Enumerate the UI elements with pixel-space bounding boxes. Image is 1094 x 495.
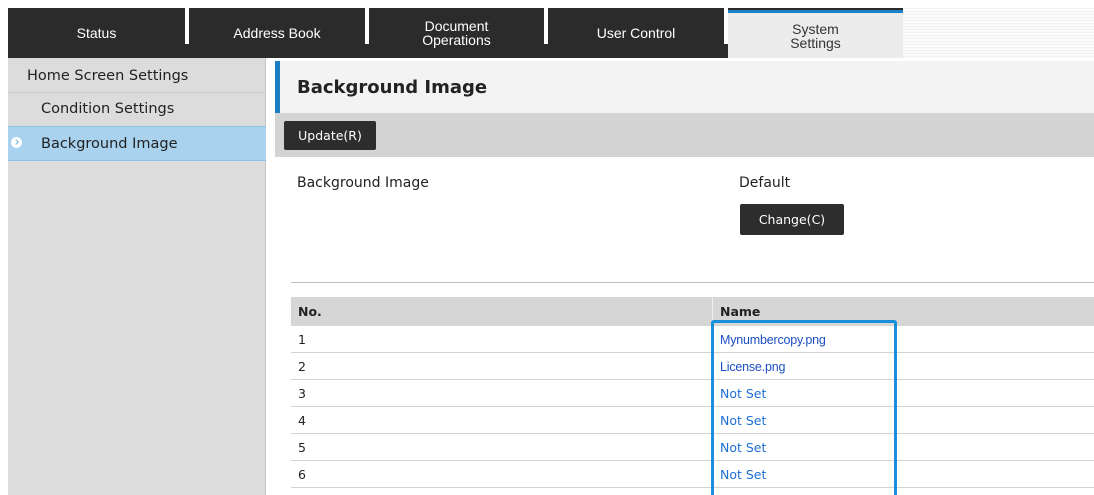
not-set-link[interactable]: Not Set	[720, 380, 766, 407]
tab-label: Status	[76, 25, 117, 41]
tab-document-operations[interactable]: Document Operations	[369, 8, 544, 58]
chevron-right-icon	[11, 137, 22, 148]
sidebar: Home Screen Settings Condition Settings …	[8, 58, 266, 495]
column-header-name: Name	[720, 304, 761, 319]
title-accent-bar	[275, 61, 280, 113]
tab-bar-filler	[903, 8, 1094, 58]
top-tab-bar: Status Address Book Document Operations …	[8, 8, 1094, 58]
tab-address-book[interactable]: Address Book	[189, 8, 365, 58]
sidebar-item-label: Background Image	[41, 135, 178, 152]
sidebar-item-label: Home Screen Settings	[27, 68, 189, 84]
column-header-no: No.	[298, 304, 322, 319]
action-bar: Update(R)	[275, 113, 1094, 157]
change-button[interactable]: Change(C)	[740, 204, 844, 235]
table-body: 1 Mynumbercopy.png 2 License.png 3 Not Set 4 No…	[291, 326, 1094, 488]
table-row: 1 Mynumbercopy.png	[291, 326, 1094, 353]
sidebar-item-label: Condition Settings	[41, 101, 175, 117]
not-set-link[interactable]: Not Set	[720, 434, 766, 461]
not-set-link[interactable]: Not Set	[720, 407, 766, 434]
row-number: 3	[298, 386, 306, 401]
tab-label: Document Operations	[422, 18, 491, 48]
table-header: No. Name	[291, 297, 1094, 326]
tab-system-settings[interactable]: System Settings	[728, 10, 903, 58]
sidebar-item-background-image[interactable]: Background Image	[8, 126, 266, 161]
main-content: Background Image Update(R) Background Im…	[267, 58, 1094, 495]
section-divider	[291, 282, 1094, 283]
tab-label: User Control	[596, 25, 676, 41]
image-name-link[interactable]: Mynumbercopy.png	[720, 326, 826, 353]
update-button[interactable]: Update(R)	[284, 121, 376, 150]
table-row: 5 Not Set	[291, 434, 1094, 461]
image-name-link[interactable]: License.png	[720, 353, 785, 380]
row-number: 1	[298, 332, 306, 347]
row-number: 6	[298, 467, 306, 482]
table-row: 4 Not Set	[291, 407, 1094, 434]
background-image-table: No. Name 1 Mynumbercopy.png 2 License.png 3 N…	[291, 297, 1094, 488]
page-title-band: Background Image	[275, 61, 1094, 113]
table-row: 3 Not Set	[291, 380, 1094, 407]
setting-value: Default	[739, 175, 791, 191]
row-number: 5	[298, 440, 306, 455]
page-title: Background Image	[297, 76, 488, 98]
setting-label: Background Image	[297, 175, 429, 191]
table-row: 2 License.png	[291, 353, 1094, 380]
sidebar-item-condition-settings[interactable]: Condition Settings	[8, 93, 266, 125]
row-number: 2	[298, 359, 306, 374]
tab-label: System Settings	[790, 20, 841, 51]
row-number: 4	[298, 413, 306, 428]
column-separator	[712, 297, 713, 326]
table-row: 6 Not Set	[291, 461, 1094, 488]
tab-label: Address Book	[233, 25, 321, 41]
tab-user-control[interactable]: User Control	[548, 8, 724, 58]
not-set-link[interactable]: Not Set	[720, 461, 766, 488]
tab-status[interactable]: Status	[8, 8, 185, 58]
sidebar-item-home-screen-settings[interactable]: Home Screen Settings	[8, 60, 266, 92]
